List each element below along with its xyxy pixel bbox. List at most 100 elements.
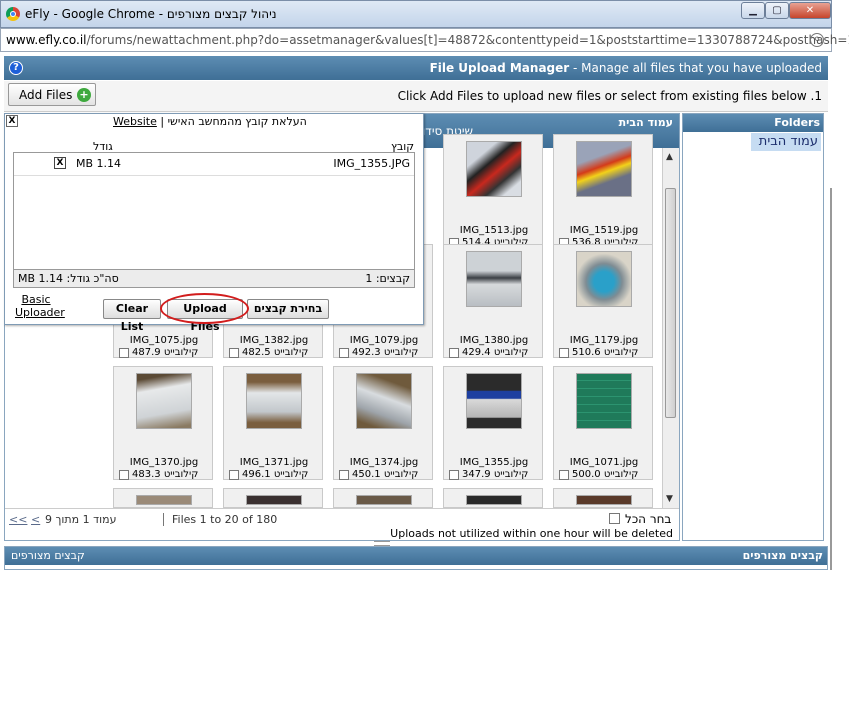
add-files-button[interactable]: Add Files + xyxy=(8,83,96,106)
file-thumbnail[interactable] xyxy=(136,373,192,429)
add-icon: + xyxy=(77,88,91,102)
toolbar: Add Files + Click Add Files to upload ne… xyxy=(4,81,828,112)
file-checkbox[interactable] xyxy=(339,470,349,480)
scroll-down-icon[interactable]: ▼ xyxy=(666,494,673,504)
file-thumbnail[interactable] xyxy=(576,141,632,197)
file-tile[interactable]: IMG_1071.jpg 500.0 קילובייט xyxy=(553,366,653,480)
file-thumbnail[interactable] xyxy=(246,373,302,429)
files-count: קבצים: 1 xyxy=(365,272,410,285)
url-host: www.efly.co.il xyxy=(6,33,87,47)
window-title: eFly - Google Chrome - ניהול קבצים מצורפ… xyxy=(25,7,277,21)
file-thumbnail[interactable] xyxy=(576,373,632,429)
file-size: 347.9 קילובייט xyxy=(462,469,529,480)
file-name: IMG_1382.jpg xyxy=(239,335,309,346)
dialog-close-button[interactable]: X xyxy=(6,115,18,127)
address-bar[interactable]: www.efly.co.il/forums/newattachment.php?… xyxy=(0,28,849,52)
file-name: IMG_1071.jpg xyxy=(569,457,639,468)
file-tile[interactable]: IMG_1380.jpg 429.4 קילובייט xyxy=(443,244,543,358)
file-thumbnail[interactable] xyxy=(466,251,522,307)
file-thumbnail[interactable] xyxy=(356,495,412,505)
upload-list-status: MB 1.14 :סה"כ גודל קבצים: 1 xyxy=(13,270,415,288)
file-tile[interactable]: IMG_1371.jpg 496.1 קילובייט xyxy=(223,366,323,480)
file-name: IMG_1355.jpg xyxy=(459,457,529,468)
files-range: Files 1 to 20 of 180 xyxy=(163,513,277,526)
select-all-checkbox[interactable] xyxy=(609,513,620,524)
local-upload-tab[interactable]: העלאת קובץ מהמחשב האישי xyxy=(168,115,307,128)
chrome-icon xyxy=(6,7,20,21)
window-edge xyxy=(830,188,832,570)
file-name: IMG_1519.jpg xyxy=(569,225,639,236)
file-thumbnail[interactable] xyxy=(466,373,522,429)
folders-panel: Folders עמוד הבית xyxy=(682,113,824,541)
folder-item-home[interactable]: עמוד הבית xyxy=(751,133,821,151)
file-tile[interactable] xyxy=(443,488,543,508)
choose-files-button[interactable]: בחירת קבצים xyxy=(247,299,329,319)
file-checkbox[interactable] xyxy=(559,470,569,480)
attached-files-title: קבצים מצורפים xyxy=(742,549,823,562)
file-size: 500.0 קילובייט xyxy=(572,469,639,480)
file-checkbox[interactable] xyxy=(339,348,349,358)
file-tile[interactable]: IMG_1179.jpg 510.6 קילובייט xyxy=(553,244,653,358)
file-thumbnail[interactable] xyxy=(136,495,192,505)
file-checkbox[interactable] xyxy=(229,348,239,358)
attached-files-left-label: קבצים מצורפים xyxy=(11,549,85,562)
basic-uploader-link[interactable]: Basic Uploader xyxy=(15,293,65,319)
prev-page-link[interactable]: < xyxy=(31,513,40,526)
website-link[interactable]: Website xyxy=(113,115,157,128)
file-tile[interactable] xyxy=(113,488,213,508)
file-thumbnail[interactable] xyxy=(576,251,632,307)
attached-files-panel: קבצים מצורפים קבצים מצורפים xyxy=(4,546,828,570)
file-checkbox[interactable] xyxy=(449,348,459,358)
file-size: 482.5 קילובייט xyxy=(242,347,309,358)
first-page-link[interactable]: << xyxy=(9,513,27,526)
file-checkbox[interactable] xyxy=(449,470,459,480)
remove-file-button[interactable]: X xyxy=(54,157,66,169)
file-size: 510.6 קילובייט xyxy=(572,347,639,358)
select-all-label[interactable]: בחר הכל xyxy=(625,512,671,526)
minimize-button[interactable]: ▁ xyxy=(741,2,765,19)
scroll-thumb[interactable] xyxy=(665,188,676,418)
file-size: 496.1 קילובייט xyxy=(242,469,309,480)
file-tile[interactable]: IMG_1370.jpg 483.3 קילובייט xyxy=(113,366,213,480)
file-checkbox[interactable] xyxy=(119,348,129,358)
maximize-button[interactable]: ▢ xyxy=(765,2,789,19)
file-tile[interactable] xyxy=(223,488,323,508)
attached-files-header: קבצים מצורפים קבצים מצורפים xyxy=(5,547,827,565)
file-checkbox[interactable] xyxy=(559,348,569,358)
clear-list-button[interactable]: Clear List xyxy=(103,299,161,333)
upload-list: X MB 1.14 IMG_1355.JPG xyxy=(13,152,415,270)
scroll-up-icon[interactable]: ▲ xyxy=(666,152,673,162)
page-icon[interactable]: ⚪ xyxy=(810,33,824,47)
file-name: IMG_1513.jpg xyxy=(459,225,529,236)
header-title: File Upload Manager - Manage all files t… xyxy=(430,61,822,75)
file-tile[interactable]: IMG_1374.jpg 450.1 קילובייט xyxy=(333,366,433,480)
file-size: 487.9 קילובייט xyxy=(132,347,199,358)
file-name: IMG_1380.jpg xyxy=(459,335,529,346)
file-thumbnail[interactable] xyxy=(356,373,412,429)
file-size: 483.3 קילובייט xyxy=(132,469,199,480)
file-tile[interactable] xyxy=(333,488,433,508)
upload-manager-header: ? File Upload Manager - Manage all files… xyxy=(4,56,828,80)
file-checkbox[interactable] xyxy=(119,470,129,480)
file-size: 429.4 קילובייט xyxy=(462,347,529,358)
header-subtitle: - Manage all files that you have uploade… xyxy=(573,61,822,75)
file-tile[interactable]: IMG_1519.jpg 536.8 קילובייט xyxy=(553,134,653,248)
url-text[interactable]: www.efly.co.il/forums/newattachment.php?… xyxy=(6,33,849,47)
close-window-button[interactable]: ✕ xyxy=(789,2,831,19)
file-checkbox[interactable] xyxy=(229,470,239,480)
file-tile[interactable] xyxy=(553,488,653,508)
total-size: MB 1.14 :סה"כ גודל xyxy=(18,272,119,285)
window-titlebar: eFly - Google Chrome - ניהול קבצים מצורפ… xyxy=(0,0,832,28)
header-separator: | xyxy=(160,115,165,128)
file-tile[interactable]: IMG_1513.jpg 514.4 קילובייט xyxy=(443,134,543,248)
file-tile[interactable]: IMG_1355.jpg 347.9 קילובייט xyxy=(443,366,543,480)
upload-button-highlight xyxy=(160,293,249,324)
file-thumbnail[interactable] xyxy=(466,141,522,197)
file-thumbnail[interactable] xyxy=(576,495,632,505)
help-icon[interactable]: ? xyxy=(9,61,23,75)
file-thumbnail[interactable] xyxy=(466,495,522,505)
dialog-header: Website | העלאת קובץ מהמחשב האישי xyxy=(113,115,307,128)
row-file-size: MB 1.14 xyxy=(76,157,122,170)
files-scrollbar[interactable]: ▲ ▼ xyxy=(662,148,679,508)
file-thumbnail[interactable] xyxy=(246,495,302,505)
